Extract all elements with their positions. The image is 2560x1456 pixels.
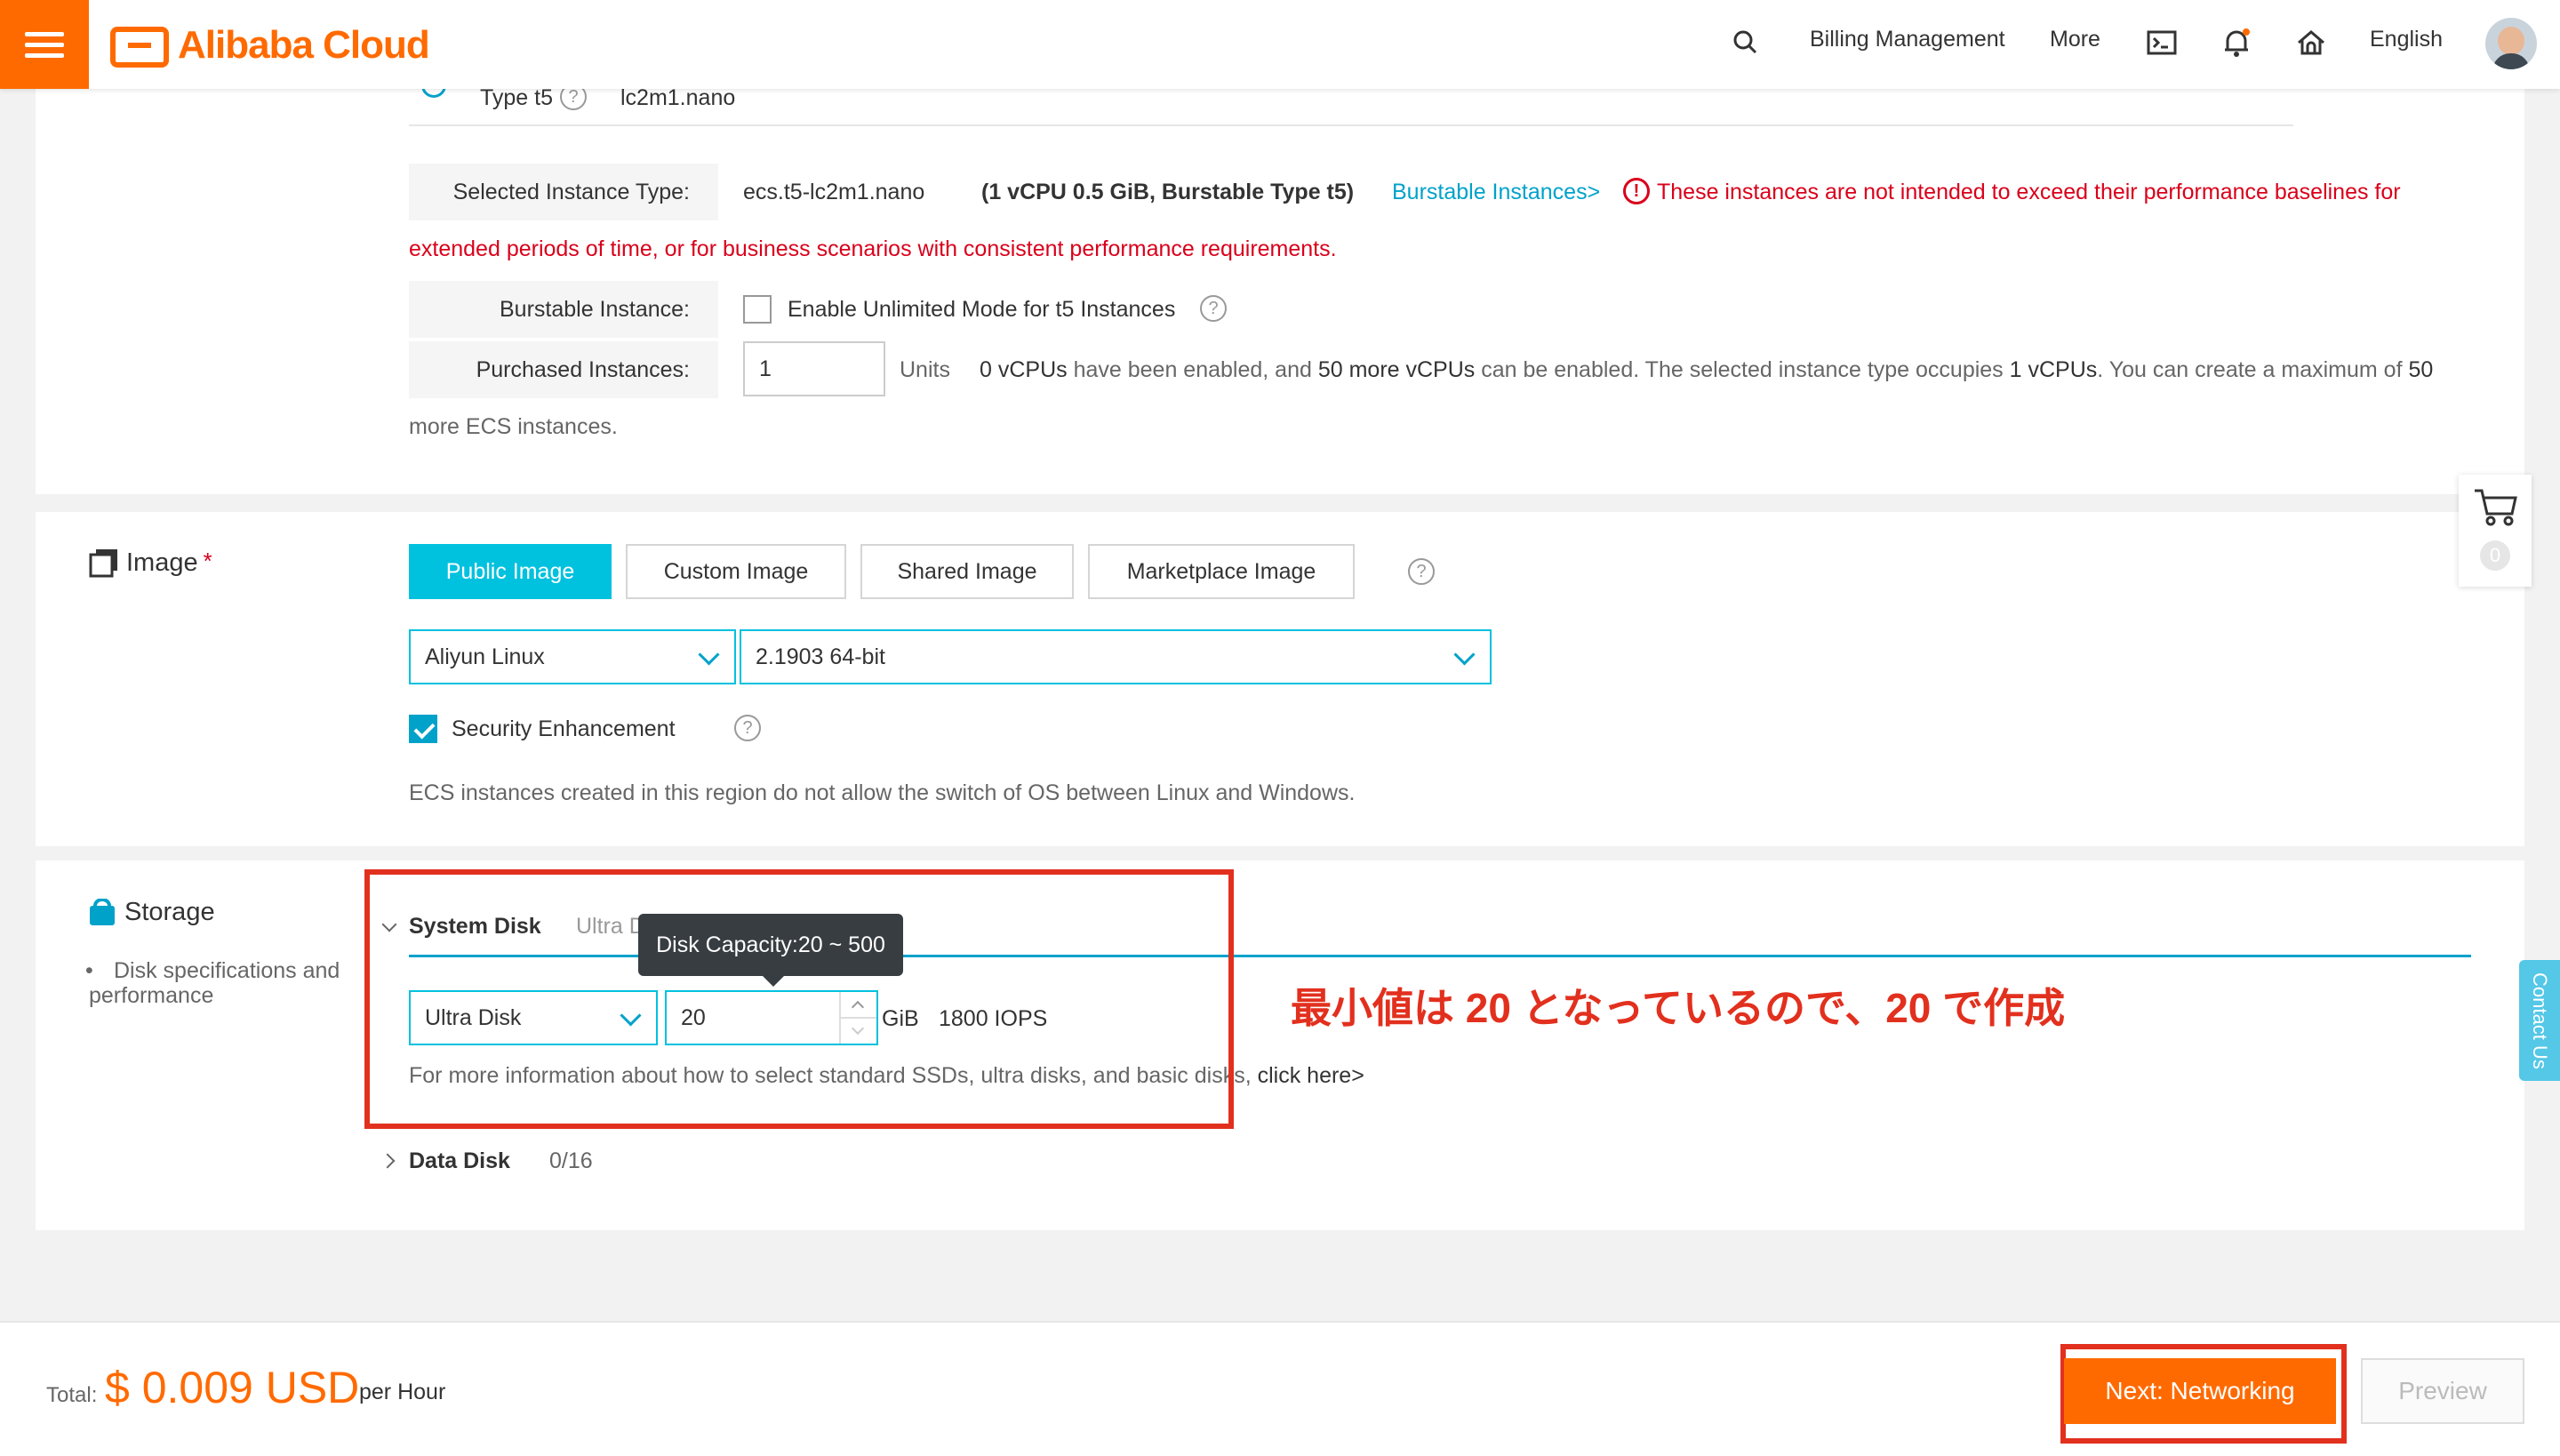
image-section-title: Image * (89, 548, 212, 578)
preview-button[interactable]: Preview (2361, 1358, 2524, 1424)
quota-text: 0 vCPUs have been enabled, and 50 more v… (980, 357, 2433, 383)
quota-text-2: can be enabled. The selected instance ty… (1475, 357, 2010, 382)
storage-subtitle: Disk specifications and performance (89, 958, 340, 1008)
alibaba-logo-icon (110, 27, 169, 68)
data-disk-count: 0/16 (549, 1148, 593, 1173)
total-label: Total: (46, 1383, 98, 1407)
burstable-instances-link[interactable]: Burstable Instances> (1392, 180, 1600, 205)
quota-enabled: 0 vCPUs (980, 357, 1068, 382)
storage-section-title: Storage (89, 898, 215, 927)
next-networking-button[interactable]: Next: Networking (2064, 1358, 2336, 1424)
os-version-select[interactable]: 2.1903 64-bit (740, 629, 1492, 684)
footer-bar: Total: $ 0.009 USD per Hour Next: Networ… (0, 1321, 2560, 1456)
security-enhancement-label[interactable]: Security Enhancement (452, 716, 676, 742)
chevron-right-icon[interactable] (380, 1153, 396, 1169)
quota-text-1: have been enabled, and (1067, 357, 1318, 382)
brand-name: Alibaba Cloud (178, 23, 430, 67)
help-icon[interactable]: ? (1200, 295, 1227, 322)
chevron-down-icon (1453, 644, 1476, 666)
data-disk-toggle[interactable]: Data Disk (409, 1148, 510, 1174)
annotation-box-system-disk (364, 869, 1234, 1129)
storage-icon (90, 898, 115, 925)
row-divider (409, 124, 2293, 126)
units-label: Units (900, 357, 950, 382)
tab-public-image[interactable]: Public Image (409, 544, 612, 599)
billing-management-link[interactable]: Billing Management (1810, 27, 2005, 52)
security-enhancement-checkbox[interactable] (409, 715, 437, 743)
quota-text-line2: more ECS instances. (409, 414, 618, 439)
chevron-down-icon (698, 644, 720, 666)
os-select-value: Aliyun Linux (425, 644, 545, 669)
annotation-text: 最小値は 20 となっているので、20 で作成 (1291, 985, 2066, 1031)
purchased-instances-input[interactable]: 1 (743, 341, 885, 396)
selected-instance-value: ecs.t5-lc2m1.nano (743, 180, 925, 204)
purchased-instances-label: Purchased Instances: (409, 341, 718, 398)
help-icon[interactable]: ? (734, 715, 761, 741)
partial-row-label: Type t5 (480, 85, 553, 110)
unlimited-mode-checkbox[interactable] (743, 295, 772, 324)
quota-occupies: 1 vCPUs (2009, 357, 2098, 382)
required-mark: * (203, 548, 212, 574)
help-icon[interactable]: ? (1408, 558, 1435, 585)
warning-text-line2: extended periods of time, or for busines… (409, 236, 1337, 261)
image-icon (89, 549, 117, 578)
selected-instance-label: Selected Instance Type: (409, 164, 718, 220)
storage-title: Storage (124, 898, 215, 926)
more-menu[interactable]: More (2050, 27, 2100, 52)
warning-text-line1: These instances are not intended to exce… (1657, 180, 2401, 204)
avatar[interactable] (2485, 18, 2537, 69)
click-here-link[interactable]: click here> (1258, 1063, 1364, 1088)
top-navbar: Alibaba Cloud Billing Management More En… (0, 0, 2560, 89)
partial-row-value: lc2m1.nano (620, 85, 736, 110)
os-select[interactable]: Aliyun Linux (409, 629, 736, 684)
bell-icon[interactable] (2219, 25, 2254, 60)
os-switch-note: ECS instances created in this region do … (409, 780, 1356, 805)
instance-panel: Type t5 ? lc2m1.nano Selected Instance T… (36, 53, 2524, 494)
tab-marketplace-image[interactable]: Marketplace Image (1088, 544, 1355, 599)
warning-icon: ! (1623, 178, 1650, 204)
tab-shared-image[interactable]: Shared Image (860, 544, 1074, 599)
quota-text-3: . You can create a maximum of (2097, 357, 2409, 382)
unlimited-mode-label[interactable]: Enable Unlimited Mode for t5 Instances (788, 297, 1175, 323)
burstable-instance-label: Burstable Instance: (409, 281, 718, 338)
price-unit: per Hour (359, 1380, 446, 1404)
image-title: Image (126, 548, 198, 577)
terminal-icon[interactable] (2144, 25, 2180, 60)
quota-max: 50 (2408, 357, 2434, 382)
cart-icon (2475, 489, 2517, 526)
tab-custom-image[interactable]: Custom Image (626, 544, 846, 599)
os-version-value: 2.1903 64-bit (756, 644, 885, 669)
cart-count-badge: 0 (2480, 540, 2510, 571)
image-panel: Image * Public Image Custom Image Shared… (36, 512, 2524, 846)
selected-instance-spec: (1 vCPU 0.5 GiB, Burstable Type t5) (981, 180, 1355, 204)
language-switch[interactable]: English (2370, 27, 2443, 52)
contact-us-tab[interactable]: Contact Us (2519, 960, 2560, 1081)
menu-icon[interactable] (0, 0, 89, 89)
brand-logo[interactable]: Alibaba Cloud (110, 23, 430, 68)
total-price: $ 0.009 USD (105, 1363, 360, 1412)
home-icon[interactable] (2293, 25, 2329, 60)
search-icon[interactable] (1728, 25, 1764, 60)
quota-more: 50 more vCPUs (1317, 357, 1476, 382)
cart-widget[interactable]: 0 (2459, 475, 2532, 587)
